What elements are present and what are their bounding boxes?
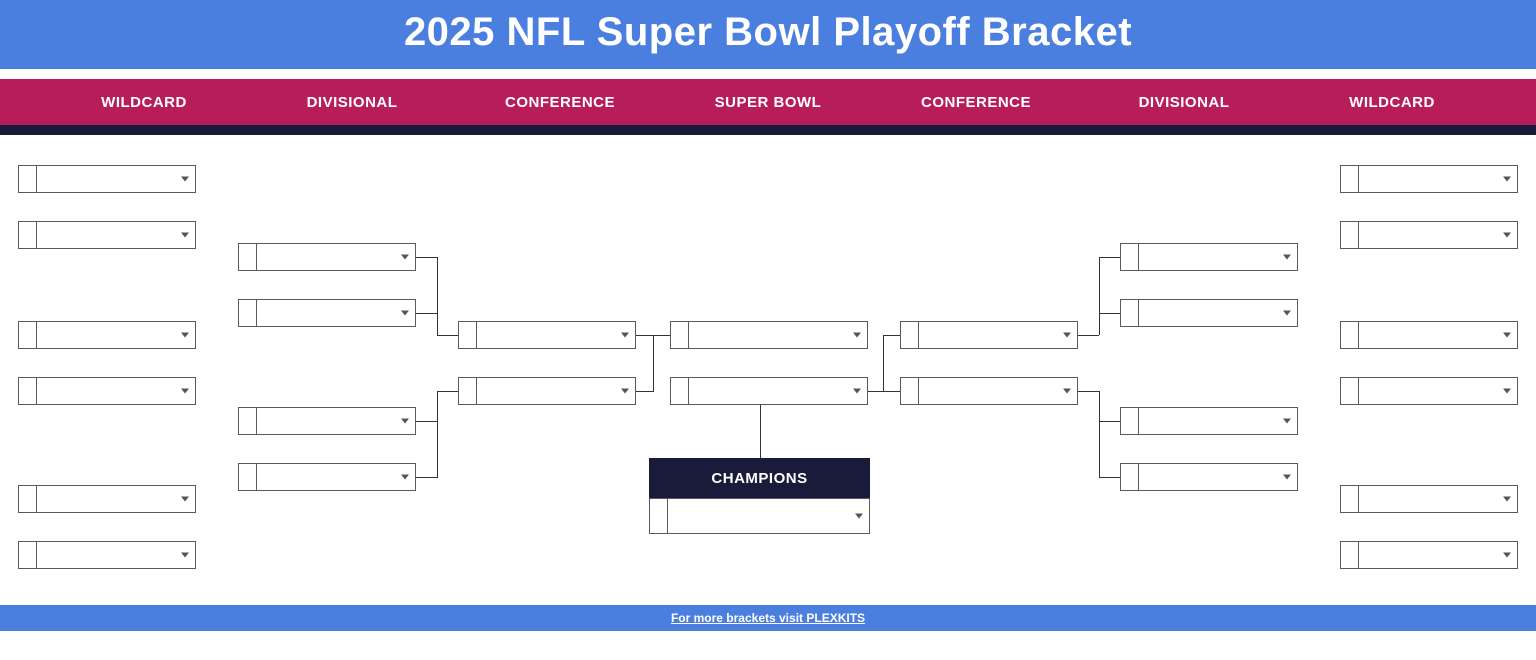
wildcard-left-slot-6[interactable] bbox=[18, 541, 196, 569]
wildcard-right-slot-6[interactable] bbox=[1340, 541, 1518, 569]
wildcard-left-slot-1[interactable] bbox=[18, 165, 196, 193]
chevron-down-icon bbox=[1503, 177, 1511, 182]
chevron-down-icon bbox=[1283, 475, 1291, 480]
chevron-down-icon bbox=[853, 333, 861, 338]
chevron-down-icon bbox=[1503, 497, 1511, 502]
divisional-left-slot-2[interactable] bbox=[238, 299, 416, 327]
chevron-down-icon bbox=[181, 389, 189, 394]
wildcard-right-slot-1[interactable] bbox=[1340, 165, 1518, 193]
chevron-down-icon bbox=[181, 333, 189, 338]
wildcard-left-slot-5[interactable] bbox=[18, 485, 196, 513]
superbowl-slot-1[interactable] bbox=[670, 321, 868, 349]
divisional-left-slot-3[interactable] bbox=[238, 407, 416, 435]
wildcard-left-slot-4[interactable] bbox=[18, 377, 196, 405]
chevron-down-icon bbox=[1503, 233, 1511, 238]
chevron-down-icon bbox=[855, 514, 863, 519]
chevron-down-icon bbox=[1063, 333, 1071, 338]
chevron-down-icon bbox=[621, 333, 629, 338]
wildcard-right-slot-3[interactable] bbox=[1340, 321, 1518, 349]
chevron-down-icon bbox=[853, 389, 861, 394]
round-label-wildcard-right: WILDCARD bbox=[1288, 94, 1496, 111]
conference-right-slot-1[interactable] bbox=[900, 321, 1078, 349]
wildcard-left-slot-3[interactable] bbox=[18, 321, 196, 349]
round-label-conference-right: CONFERENCE bbox=[872, 94, 1080, 111]
divisional-left-slot-1[interactable] bbox=[238, 243, 416, 271]
chevron-down-icon bbox=[1063, 389, 1071, 394]
chevron-down-icon bbox=[401, 255, 409, 260]
chevron-down-icon bbox=[181, 177, 189, 182]
divisional-right-slot-3[interactable] bbox=[1120, 407, 1298, 435]
chevron-down-icon bbox=[181, 497, 189, 502]
divisional-right-slot-4[interactable] bbox=[1120, 463, 1298, 491]
conference-right-slot-2[interactable] bbox=[900, 377, 1078, 405]
chevron-down-icon bbox=[1503, 553, 1511, 558]
round-label-conference-left: CONFERENCE bbox=[456, 94, 664, 111]
conference-left-slot-2[interactable] bbox=[458, 377, 636, 405]
wildcard-right-slot-5[interactable] bbox=[1340, 485, 1518, 513]
round-label-wildcard-left: WILDCARD bbox=[40, 94, 248, 111]
chevron-down-icon bbox=[1503, 333, 1511, 338]
chevron-down-icon bbox=[1283, 419, 1291, 424]
wildcard-left-slot-2[interactable] bbox=[18, 221, 196, 249]
page-title: 2025 NFL Super Bowl Playoff Bracket bbox=[0, 0, 1536, 69]
chevron-down-icon bbox=[401, 475, 409, 480]
divisional-left-slot-4[interactable] bbox=[238, 463, 416, 491]
conference-left-slot-1[interactable] bbox=[458, 321, 636, 349]
round-label-divisional-left: DIVISIONAL bbox=[248, 94, 456, 111]
chevron-down-icon bbox=[1283, 311, 1291, 316]
chevron-down-icon bbox=[401, 419, 409, 424]
chevron-down-icon bbox=[401, 311, 409, 316]
wildcard-right-slot-2[interactable] bbox=[1340, 221, 1518, 249]
champions-header: CHAMPIONS bbox=[649, 458, 870, 498]
divisional-right-slot-1[interactable] bbox=[1120, 243, 1298, 271]
chevron-down-icon bbox=[621, 389, 629, 394]
round-label-superbowl: SUPER BOWL bbox=[664, 94, 872, 111]
divisional-right-slot-2[interactable] bbox=[1120, 299, 1298, 327]
divider bbox=[0, 69, 1536, 79]
bracket-area: CHAMPIONS bbox=[0, 135, 1536, 605]
superbowl-slot-2[interactable] bbox=[670, 377, 868, 405]
round-header-row: WILDCARD DIVISIONAL CONFERENCE SUPER BOW… bbox=[0, 79, 1536, 135]
chevron-down-icon bbox=[1503, 389, 1511, 394]
chevron-down-icon bbox=[181, 553, 189, 558]
wildcard-right-slot-4[interactable] bbox=[1340, 377, 1518, 405]
round-label-divisional-right: DIVISIONAL bbox=[1080, 94, 1288, 111]
chevron-down-icon bbox=[1283, 255, 1291, 260]
footer-link[interactable]: For more brackets visit PLEXKITS bbox=[0, 605, 1536, 631]
champion-slot[interactable] bbox=[649, 498, 870, 534]
chevron-down-icon bbox=[181, 233, 189, 238]
